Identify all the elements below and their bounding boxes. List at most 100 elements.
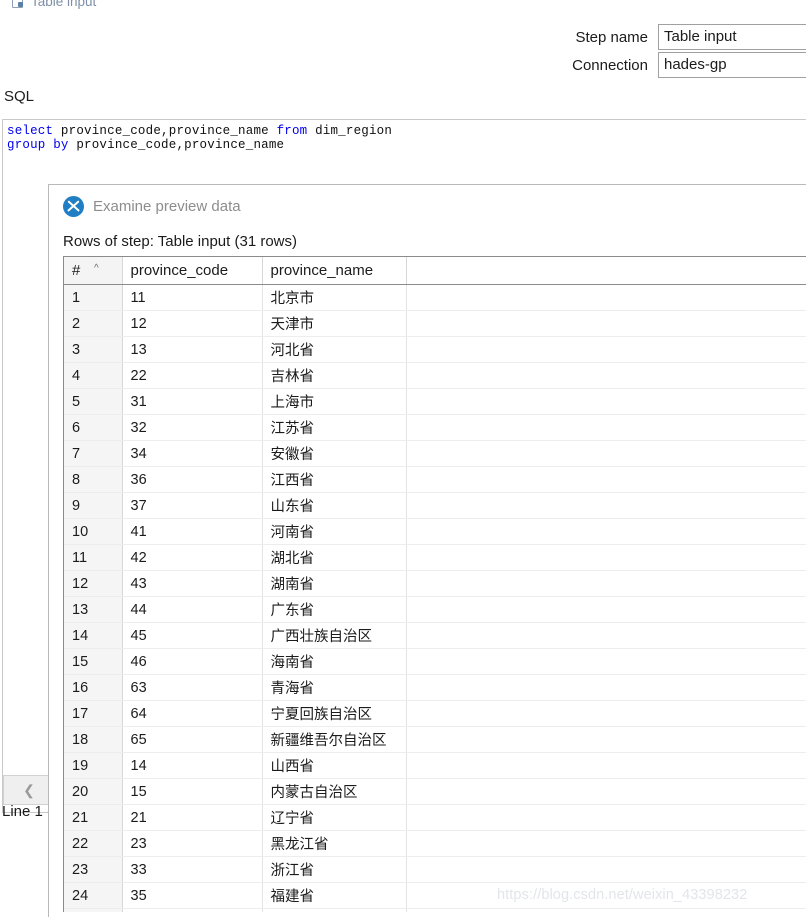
cell-empty <box>406 778 806 805</box>
cell-province-code: 22 <box>122 362 263 389</box>
cell-province-code: 21 <box>122 804 263 831</box>
cell-province-code: 13 <box>122 336 263 363</box>
cell-empty <box>406 466 806 493</box>
cell-empty <box>406 518 806 545</box>
cell-empty <box>406 440 806 467</box>
sql-keyword-select: select <box>7 124 54 138</box>
table-row[interactable]: 21 21 辽宁省 <box>64 804 806 831</box>
connection-input[interactable]: hades-gp <box>658 52 806 78</box>
cell-province-name: 黑龙江省 <box>262 830 407 857</box>
sql-keyword-groupby: group by <box>7 138 69 152</box>
cell-empty <box>406 830 806 857</box>
table-row[interactable]: 4 22 吉林省 <box>64 362 806 389</box>
cell-empty <box>406 700 806 727</box>
cell-province-code: 50 <box>122 908 263 912</box>
cell-empty <box>406 622 806 649</box>
cell-province-code: 31 <box>122 388 263 415</box>
column-header-province-name[interactable]: province_name <box>262 257 407 285</box>
cell-empty <box>406 284 806 311</box>
table-row[interactable]: 18 65 新疆维吾尔自治区 <box>64 726 806 753</box>
sort-ascending-icon: ^ <box>94 263 99 274</box>
cell-empty <box>406 362 806 389</box>
cell-rownum: 19 <box>64 752 123 779</box>
cell-empty <box>406 908 806 912</box>
cell-rownum: 1 <box>64 284 123 311</box>
cell-province-name: 海南省 <box>262 648 407 675</box>
connection-row: Connection hades-gp <box>530 52 806 78</box>
cell-province-name: 河北省 <box>262 336 407 363</box>
cell-province-code: 12 <box>122 310 263 337</box>
table-header: # ^ province_code province_name <box>64 257 806 285</box>
table-row[interactable]: 8 36 江西省 <box>64 466 806 493</box>
table-row[interactable]: 7 34 安徽省 <box>64 440 806 467</box>
cell-province-name: 广西壮族自治区 <box>262 622 407 649</box>
sql-code[interactable]: select province_code,province_name from … <box>3 120 806 152</box>
preview-shuffle-icon <box>63 195 84 217</box>
table-row[interactable]: 22 23 黑龙江省 <box>64 830 806 857</box>
table-row[interactable]: 11 42 湖北省 <box>64 544 806 571</box>
cell-province-code: 34 <box>122 440 263 467</box>
cell-province-code: 44 <box>122 596 263 623</box>
cell-province-code: 32 <box>122 414 263 441</box>
cell-province-code: 33 <box>122 856 263 883</box>
table-row[interactable]: 17 64 宁夏回族自治区 <box>64 700 806 727</box>
table-row[interactable]: 10 41 河南省 <box>64 518 806 545</box>
preview-rows-label: Rows of step: Table input (31 rows) <box>63 233 298 250</box>
cell-province-code: 65 <box>122 726 263 753</box>
table-row[interactable]: 19 14 山西省 <box>64 752 806 779</box>
table-row[interactable]: 1 11 北京市 <box>64 284 806 311</box>
cell-province-name: 青海省 <box>262 674 407 701</box>
cell-empty <box>406 596 806 623</box>
cell-province-code: 11 <box>122 284 263 311</box>
cell-empty <box>406 674 806 701</box>
table-row[interactable]: 13 44 广东省 <box>64 596 806 623</box>
table-row[interactable]: 9 37 山东省 <box>64 492 806 519</box>
cell-province-code: 14 <box>122 752 263 779</box>
cell-rownum: 3 <box>64 336 123 363</box>
cell-empty <box>406 310 806 337</box>
column-header-province-code[interactable]: province_code <box>122 257 263 285</box>
table-row[interactable]: 2550重庆市 <box>64 908 806 912</box>
cell-province-code: 35 <box>122 882 263 909</box>
cell-rownum: 8 <box>64 466 123 493</box>
table-row[interactable]: 20 15 内蒙古自治区 <box>64 778 806 805</box>
window-title-bar: Table input <box>12 0 96 9</box>
cell-province-name: 重庆市 <box>262 908 407 912</box>
cell-empty <box>406 752 806 779</box>
table-row[interactable]: 16 63 青海省 <box>64 674 806 701</box>
status-line-text: Line 1 ( <box>2 803 53 820</box>
cell-province-code: 37 <box>122 492 263 519</box>
cell-empty <box>406 856 806 883</box>
column-header-empty[interactable] <box>406 257 806 285</box>
cell-empty <box>406 570 806 597</box>
preview-dialog-title: Examine preview data <box>93 197 241 215</box>
cell-province-code: 46 <box>122 648 263 675</box>
cell-rownum: 23 <box>64 856 123 883</box>
cell-empty <box>406 648 806 675</box>
cell-rownum: 10 <box>64 518 123 545</box>
table-row[interactable]: 6 32 江苏省 <box>64 414 806 441</box>
table-row[interactable]: 2 12 天津市 <box>64 310 806 337</box>
cell-province-name: 山东省 <box>262 492 407 519</box>
cell-province-code: 15 <box>122 778 263 805</box>
cell-province-code: 45 <box>122 622 263 649</box>
cell-empty <box>406 492 806 519</box>
column-header-rownum[interactable]: # ^ <box>64 257 123 285</box>
cell-rownum: 17 <box>64 700 123 727</box>
table-row[interactable]: 3 13 河北省 <box>64 336 806 363</box>
cell-province-name: 广东省 <box>262 596 407 623</box>
watermark: https://blog.csdn.net/weixin_43398232 <box>497 887 748 903</box>
cell-province-name: 天津市 <box>262 310 407 337</box>
connection-label: Connection <box>572 56 648 74</box>
table-row[interactable]: 15 46 海南省 <box>64 648 806 675</box>
step-name-input[interactable]: Table input <box>658 24 806 50</box>
table-row[interactable]: 14 45 广西壮族自治区 <box>64 622 806 649</box>
table-row[interactable]: 5 31 上海市 <box>64 388 806 415</box>
cell-rownum: 14 <box>64 622 123 649</box>
preview-dialog-titlebar: Examine preview data <box>49 185 806 219</box>
table-row[interactable]: 12 43 湖南省 <box>64 570 806 597</box>
table-row[interactable]: 23 33 浙江省 <box>64 856 806 883</box>
cell-province-code: 41 <box>122 518 263 545</box>
preview-grid-container[interactable]: # ^ province_code province_name 1 11 北京市 2 1… <box>63 256 806 912</box>
cell-empty <box>406 544 806 571</box>
